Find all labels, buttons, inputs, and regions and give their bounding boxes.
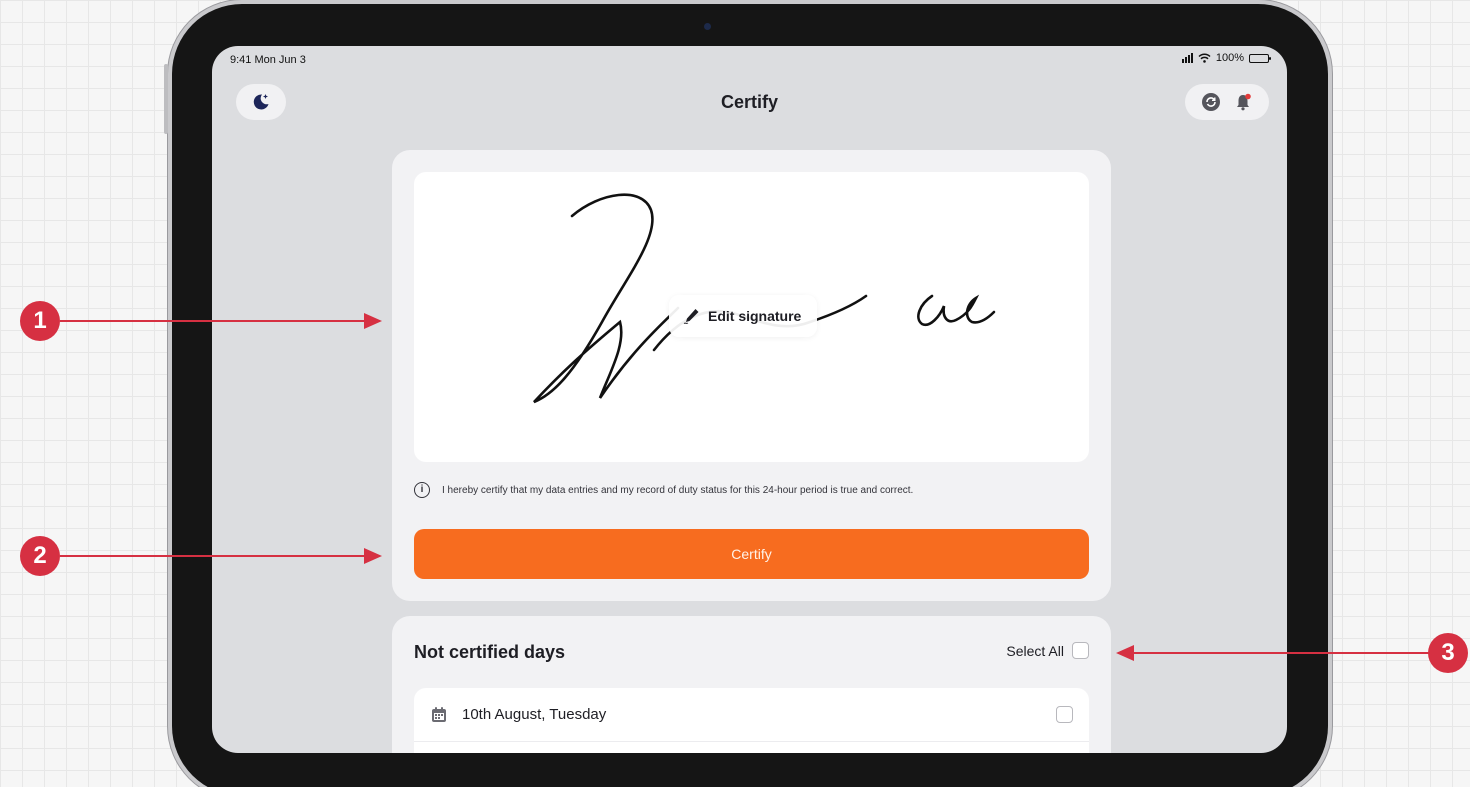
annotation-marker-2: 2 bbox=[20, 536, 60, 576]
annotation-marker-1: 1 bbox=[20, 301, 60, 341]
annotation-arrows bbox=[60, 313, 1430, 661]
annotation-marker-3: 3 bbox=[1428, 633, 1468, 673]
